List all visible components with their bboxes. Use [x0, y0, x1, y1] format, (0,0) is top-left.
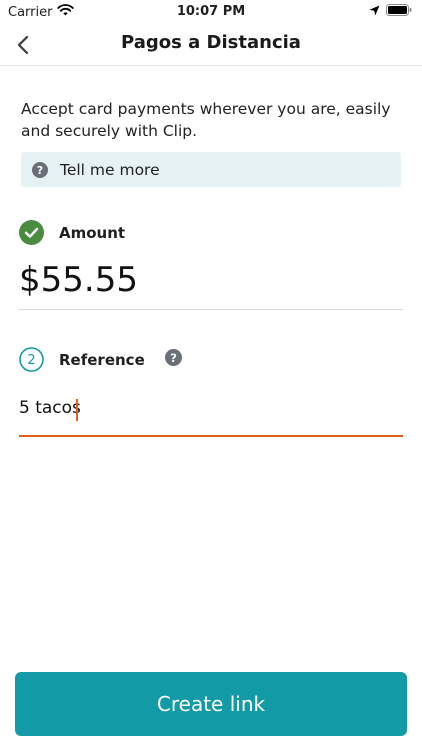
screen: Carrier 10:07 PM Pagos a Distancia Accep…	[0, 0, 422, 750]
reference-field	[19, 396, 403, 438]
amount-value[interactable]: $55.55	[19, 260, 138, 300]
svg-text:2: 2	[27, 353, 35, 368]
page-title: Pagos a Distancia	[121, 32, 301, 53]
amount-divider	[19, 309, 403, 310]
svg-text:?: ?	[37, 164, 43, 177]
status-right	[369, 4, 412, 20]
step-number-badge: 2	[19, 347, 44, 372]
amount-label: Amount	[59, 223, 126, 242]
location-arrow-icon	[369, 5, 380, 20]
reference-help-button[interactable]: ?	[164, 349, 182, 370]
navigation-bar: Pagos a Distancia	[0, 24, 422, 66]
svg-text:?: ?	[170, 351, 177, 365]
question-circle-icon: ?	[32, 161, 48, 178]
create-link-button[interactable]: Create link	[15, 672, 407, 736]
check-circle-icon	[19, 220, 44, 245]
status-bar: Carrier 10:07 PM	[0, 0, 422, 24]
status-time: 10:07 PM	[176, 4, 246, 19]
intro-text: Accept card payments wherever you are, e…	[21, 100, 391, 140]
battery-icon	[386, 4, 412, 20]
tell-me-more-button[interactable]: ? Tell me more	[21, 152, 401, 187]
reference-label: Reference	[59, 350, 145, 369]
amount-step-header: Amount	[19, 220, 125, 245]
reference-step-header: 2 Reference ?	[19, 347, 182, 372]
text-caret	[76, 399, 78, 421]
reference-focus-underline	[19, 435, 403, 437]
tell-me-more-label: Tell me more	[60, 160, 160, 179]
question-circle-icon: ?	[164, 349, 182, 366]
